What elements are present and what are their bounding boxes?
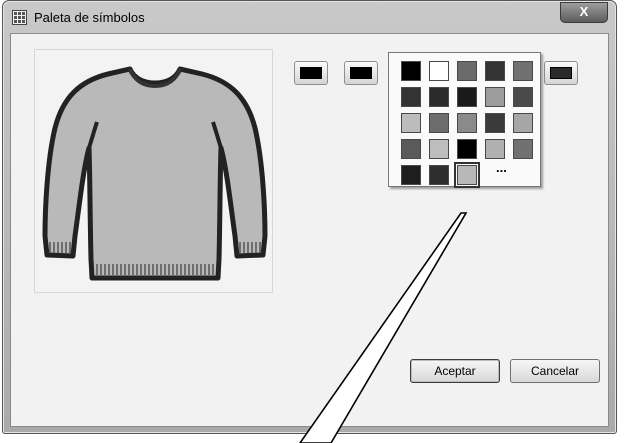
palette-swatch[interactable] (457, 61, 477, 81)
palette-swatch[interactable] (457, 139, 477, 159)
palette-swatch[interactable] (429, 61, 449, 81)
palette-swatch[interactable] (485, 113, 505, 133)
symbol-preview (34, 49, 273, 293)
palette-swatch[interactable] (429, 139, 449, 159)
sweater-symbol (42, 66, 268, 281)
palette-swatch[interactable] (513, 61, 533, 81)
color-swatch (300, 67, 322, 79)
color-swatch (350, 67, 372, 79)
palette-swatch[interactable] (485, 139, 505, 159)
window-title: Paleta de símbolos (34, 10, 145, 25)
palette-swatch[interactable] (454, 162, 480, 188)
color-palette-dropdown: ... (388, 52, 541, 188)
more-colors-button[interactable]: ... (496, 160, 507, 175)
close-button[interactable]: X (560, 2, 608, 23)
palette-swatch[interactable] (457, 113, 477, 133)
color-button-1[interactable] (294, 61, 328, 85)
palette-swatch[interactable] (485, 61, 505, 81)
palette-swatch[interactable] (429, 165, 449, 185)
color-button-6[interactable] (544, 61, 578, 85)
palette-swatch[interactable] (513, 113, 533, 133)
color-button-2[interactable] (344, 61, 378, 85)
palette-swatch[interactable] (401, 165, 421, 185)
palette-swatch[interactable] (457, 87, 477, 107)
palette-swatch[interactable] (513, 139, 533, 159)
title-bar[interactable]: Paleta de símbolos X (3, 1, 616, 31)
accept-button[interactable]: Aceptar (410, 359, 500, 383)
close-icon: X (579, 4, 589, 19)
cancel-button[interactable]: Cancelar (510, 359, 600, 383)
palette-swatch[interactable] (513, 87, 533, 107)
palette-swatch[interactable] (429, 87, 449, 107)
palette-swatch[interactable] (485, 87, 505, 107)
palette-swatch[interactable] (429, 113, 449, 133)
color-swatch (550, 67, 572, 79)
palette-swatch[interactable] (401, 113, 421, 133)
palette-grid-icon (12, 10, 27, 25)
palette-swatch[interactable] (401, 61, 421, 81)
palette-swatch[interactable] (401, 139, 421, 159)
palette-swatch[interactable] (401, 87, 421, 107)
